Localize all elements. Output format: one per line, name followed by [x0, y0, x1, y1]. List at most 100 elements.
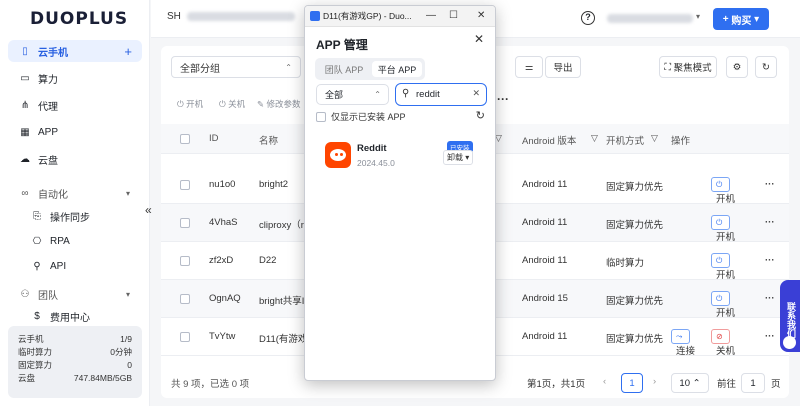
- power-on-button[interactable]: ⏻ 开机: [711, 253, 735, 281]
- group-select[interactable]: 全部分组 ⌃: [171, 56, 301, 78]
- power-on-button[interactable]: ⏻ 开机: [711, 215, 735, 243]
- chevron-down-icon: ▾: [125, 289, 130, 299]
- device-selector[interactable]: SH: [167, 11, 295, 22]
- close-window-icon[interactable]: ✕: [477, 10, 485, 21]
- app-source-tabs: 团队 APP 平台 APP: [315, 58, 425, 80]
- power-off-action[interactable]: ⏻ 关机: [219, 98, 245, 110]
- sidebar-item-api[interactable]: ⚲ API: [8, 255, 142, 277]
- close-icon[interactable]: ✕: [474, 32, 484, 46]
- next-page-icon[interactable]: ›: [653, 376, 656, 387]
- sidebar-item-label: 算力: [38, 74, 58, 86]
- more-icon[interactable]: ···: [765, 179, 775, 190]
- power-on-button[interactable]: ⏻ 开机: [711, 291, 735, 319]
- sidebar-item-label: 操作同步: [50, 212, 90, 224]
- refresh-icon: ↻: [762, 61, 770, 73]
- sidebar-item-compute[interactable]: ▭ 算力: [8, 67, 142, 89]
- edit-params-action[interactable]: ✎ 修改参数: [257, 98, 301, 110]
- device-prefix: SH: [167, 11, 181, 22]
- api-icon: ⚲: [33, 260, 41, 272]
- uninstall-dropdown[interactable]: 卸载 ▾: [443, 150, 474, 165]
- sidebar-group-label: 团队: [38, 290, 58, 302]
- power-on-button[interactable]: ⏻ 开机: [711, 177, 735, 205]
- app-search-input[interactable]: ⚲ reddit ✕: [395, 83, 487, 106]
- row-checkbox[interactable]: [180, 256, 190, 266]
- goto-label: 前往: [717, 379, 737, 390]
- sidebar-item-cloud-disk[interactable]: ☁ 云盘: [8, 148, 142, 170]
- refresh-button[interactable]: ↻: [755, 56, 777, 78]
- refresh-icon[interactable]: ↻: [476, 109, 485, 122]
- team-icon: ⚇: [20, 288, 30, 300]
- row-checkbox[interactable]: [180, 218, 190, 228]
- filter-icon[interactable]: ▽: [591, 133, 598, 144]
- prev-page-icon[interactable]: ‹: [603, 376, 606, 387]
- export-button[interactable]: 导出: [545, 56, 581, 78]
- more-icon[interactable]: ···: [765, 255, 775, 266]
- sidebar-group-team[interactable]: ⚇ 团队 ▾: [8, 283, 142, 305]
- column-settings-button[interactable]: ⚌: [515, 56, 543, 78]
- more-icon[interactable]: ···: [765, 331, 775, 342]
- column-header: Android 版本: [522, 136, 577, 147]
- sidebar-item-label: RPA: [50, 235, 70, 247]
- add-icon[interactable]: +: [124, 44, 132, 59]
- sidebar-item-rpa[interactable]: ⎔ RPA: [8, 230, 142, 252]
- sidebar-item-label: 代理: [38, 101, 58, 113]
- page-1-button[interactable]: 1: [621, 373, 643, 393]
- sync-icon: ⎘: [33, 210, 41, 222]
- filter-icon[interactable]: ▽: [651, 133, 658, 144]
- contact-us-panel[interactable]: 联系我们: [780, 280, 800, 352]
- stat-row: 云手机 1/9: [18, 333, 132, 344]
- sidebar-item-sync[interactable]: ⎘ 操作同步: [8, 205, 142, 227]
- search-icon: ⚲: [402, 88, 410, 99]
- sidebar-item-proxy[interactable]: ⋔ 代理: [8, 94, 142, 116]
- app-filter-select[interactable]: 全部 ⌃: [316, 84, 389, 105]
- clear-icon[interactable]: ✕: [472, 88, 480, 99]
- power-off-button[interactable]: ⊘ 关机: [711, 329, 735, 357]
- tab-platform-app[interactable]: 平台 APP: [372, 61, 422, 77]
- minimize-icon[interactable]: —: [426, 10, 436, 21]
- sidebar-item-label: 费用中心: [50, 312, 90, 324]
- page-size-select[interactable]: 10 ⌃: [671, 373, 709, 393]
- settings-icon: ⚙: [732, 61, 742, 73]
- grid-icon: ▦: [20, 126, 30, 138]
- page-info: 第1页，共1页: [527, 379, 586, 390]
- maximize-icon[interactable]: ☐: [449, 10, 458, 21]
- settings-button[interactable]: ⚙: [726, 56, 748, 78]
- buy-button[interactable]: + 购买 ▾: [713, 8, 769, 30]
- chevron-down-icon: ▾: [125, 188, 130, 198]
- sidebar-item-app[interactable]: ▦ APP: [8, 121, 142, 143]
- row-checkbox[interactable]: [180, 294, 190, 304]
- filter-icon[interactable]: ▽: [495, 133, 502, 144]
- reddit-icon: [325, 142, 351, 168]
- more-icon[interactable]: ···: [765, 217, 775, 228]
- focus-mode-button[interactable]: ⛶ 聚焦模式: [659, 56, 717, 78]
- sidebar-item-label: 云手机: [38, 47, 68, 59]
- tab-team-app[interactable]: 团队 APP: [318, 61, 370, 77]
- sidebar-group-automation[interactable]: ∞ 自动化 ▾: [8, 182, 142, 204]
- window-titlebar: D11(有游戏GP) - Duo... — ☐ ✕: [305, 6, 495, 27]
- page-suffix: 页: [771, 379, 781, 390]
- column-header: 操作: [671, 136, 691, 147]
- row-checkbox[interactable]: [180, 332, 190, 342]
- select-all-checkbox[interactable]: [180, 134, 190, 144]
- sliders-icon: ⚌: [524, 61, 534, 73]
- account-name[interactable]: [607, 14, 693, 23]
- connect-button[interactable]: ⤳ 连接: [671, 329, 695, 357]
- power-on-action[interactable]: ⏻ 开机: [177, 98, 203, 110]
- sidebar-item-label: API: [50, 260, 67, 272]
- usage-stats: 云手机 1/9 临时算力 0分钟 固定算力 0 云盘 747.84MB/5GB: [8, 326, 142, 398]
- rpa-icon: ⎔: [32, 235, 42, 247]
- app-card-reddit: Reddit 2024.45.0 已安装 卸载 ▾: [317, 132, 485, 178]
- more-icon[interactable]: ···: [765, 293, 775, 304]
- checkbox[interactable]: [316, 111, 326, 122]
- help-icon[interactable]: ?: [581, 11, 595, 25]
- proxy-icon: ⋔: [20, 99, 30, 111]
- goto-page-input[interactable]: 1: [741, 373, 765, 393]
- only-installed-toggle[interactable]: 仅显示已安装 APP: [316, 110, 406, 123]
- sidebar-item-billing[interactable]: $ 费用中心: [8, 305, 142, 327]
- sidebar-group-label: 自动化: [38, 189, 68, 201]
- sidebar-item-cloud-phone[interactable]: ▯ 云手机 +: [8, 40, 142, 62]
- row-checkbox[interactable]: [180, 180, 190, 190]
- more-actions-icon[interactable]: ···: [497, 92, 509, 106]
- window-title: D11(有游戏GP) - Duo...: [323, 11, 412, 21]
- coin-icon: $: [34, 310, 40, 322]
